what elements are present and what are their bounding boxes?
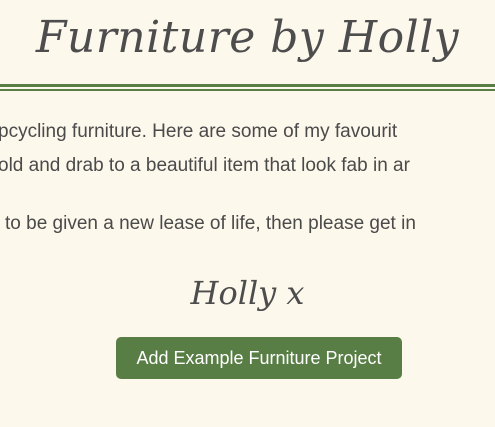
header-divider bbox=[0, 84, 495, 87]
intro-line-1: pcycling furniture. Here are some of my … bbox=[0, 121, 398, 142]
header-divider-secondary bbox=[0, 89, 495, 91]
signature: Holly x bbox=[190, 274, 305, 312]
intro-text: pcycling furniture. Here are some of my … bbox=[0, 112, 495, 262]
intro-line-3: to be given a new lease of life, then pl… bbox=[5, 213, 416, 234]
add-example-project-button[interactable]: Add Example Furniture Project bbox=[116, 337, 402, 379]
intro-line-2: old and drab to a beautiful item that lo… bbox=[0, 155, 410, 176]
site-header: Furniture by Holly bbox=[0, 0, 495, 92]
site-title: Furniture by Holly bbox=[35, 12, 460, 63]
